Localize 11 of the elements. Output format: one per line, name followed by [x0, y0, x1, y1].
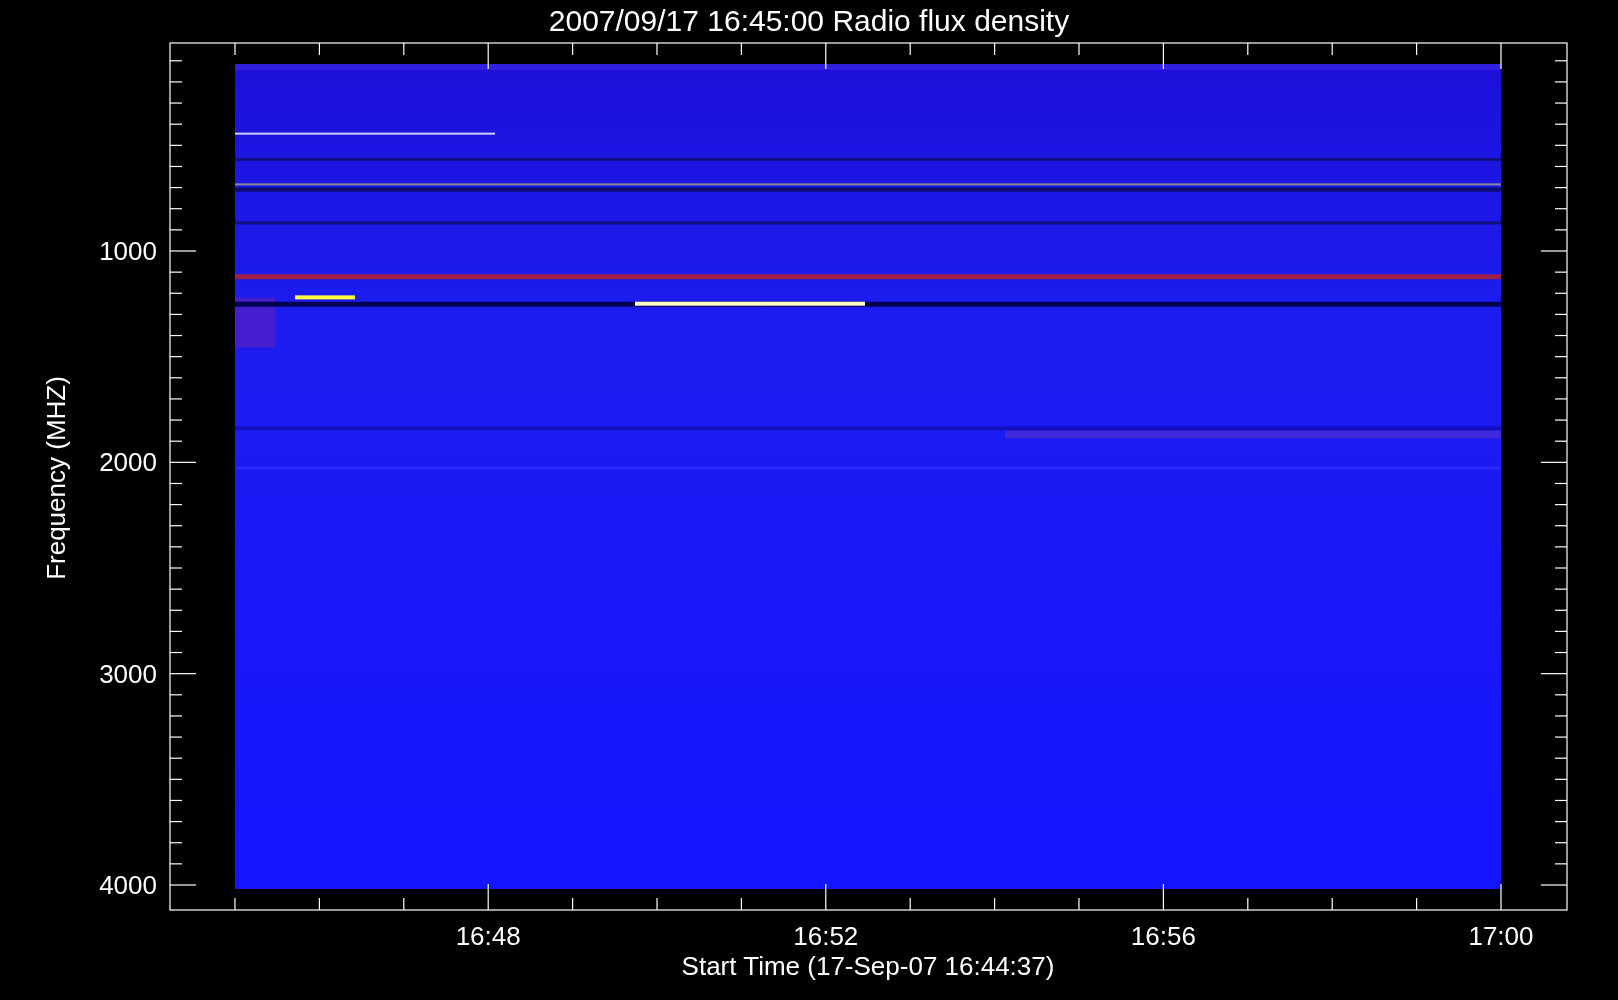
tick-label: 16:52 [793, 921, 859, 951]
tick-label: 1000 [99, 236, 157, 266]
tick-label: 17:00 [1468, 921, 1534, 951]
chart-title: 2007/09/17 16:45:00 Radio flux density [548, 4, 1070, 37]
tick-label: 16:48 [455, 921, 521, 951]
tick-label: 3000 [99, 658, 157, 689]
tick-label: 16:56 [1130, 921, 1196, 951]
axis-label: Frequency (MHZ) [41, 376, 71, 580]
tick-label: 2000 [99, 447, 157, 478]
tick-label: 4000 [99, 870, 157, 900]
axis-label: Start Time (17-Sep-07 16:44:37) [681, 951, 1055, 981]
